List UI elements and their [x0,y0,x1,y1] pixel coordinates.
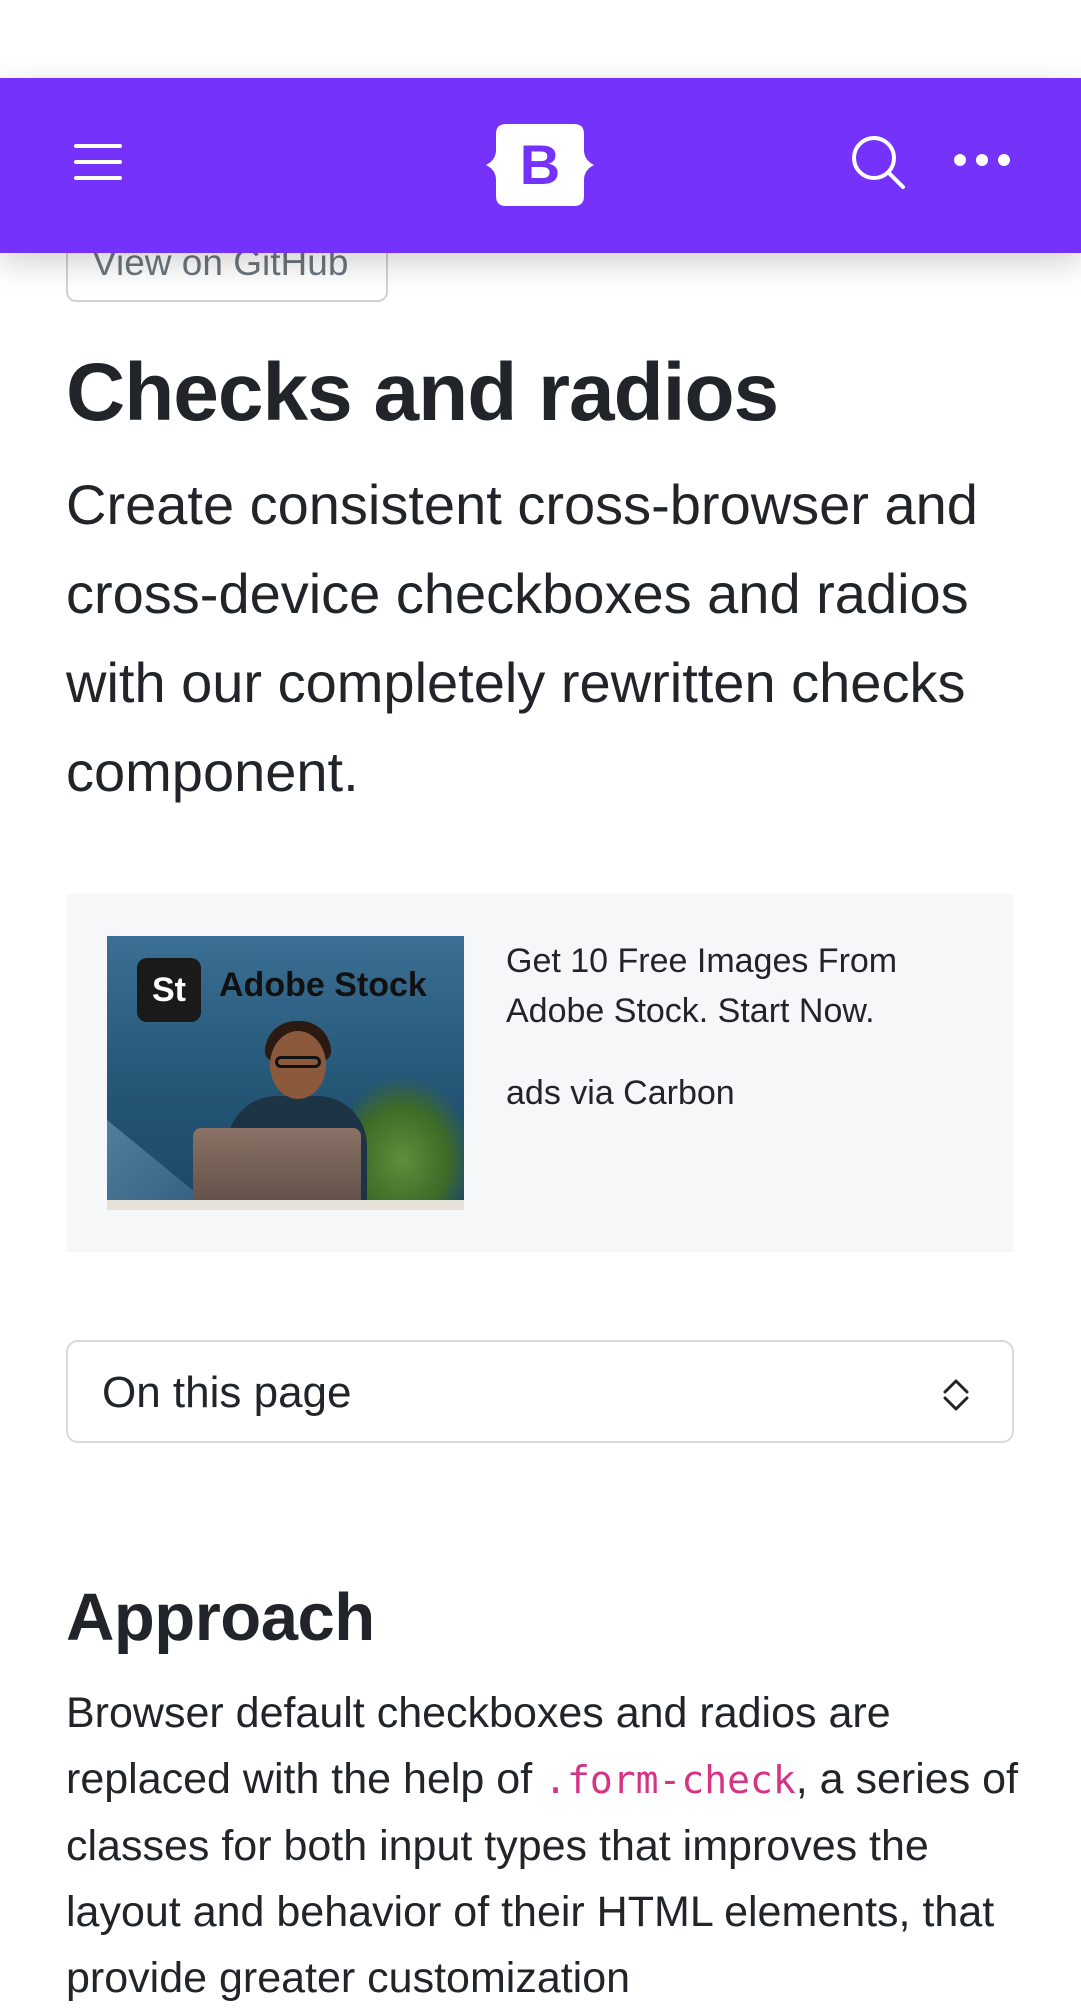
adobe-stock-logo-text: Adobe Stock [219,966,427,1004]
chevron-up-down-icon [943,1379,969,1411]
bootstrap-logo-icon[interactable]: B [484,120,596,210]
logo-letter: B [520,133,560,196]
ad-image-glasses [275,1056,321,1068]
ad-image-table [107,1200,464,1210]
ad-image[interactable]: St Adobe Stock [107,936,464,1210]
ad-image-plant [354,1076,464,1210]
more-dots-icon[interactable] [952,148,1012,172]
carbon-ad[interactable]: St Adobe Stock Get 10 Free Images From A… [66,894,1014,1252]
form-check-code: .form-check [544,1758,796,1802]
approach-paragraph: Browser default checkboxes and radios ar… [66,1680,1026,2011]
adobe-stock-logo-badge: St [137,958,201,1022]
page-lead: Create consistent cross-browser and cros… [66,473,978,803]
top-navbar: B [0,78,1081,253]
approach-heading: Approach [66,1580,375,1655]
on-this-page-label: On this page [102,1368,352,1417]
ad-via-carbon-link[interactable]: ads via Carbon [506,1068,735,1118]
page-title: Checks and radios [66,347,779,438]
ad-text-link[interactable]: Get 10 Free Images From Adobe Stock. Sta… [506,936,976,1036]
ad-image-laptop [193,1128,361,1210]
hamburger-menu-icon[interactable] [72,136,124,188]
on-this-page-dropdown[interactable]: On this page [66,1340,1014,1443]
search-icon[interactable] [848,132,908,192]
status-area [0,0,1081,78]
